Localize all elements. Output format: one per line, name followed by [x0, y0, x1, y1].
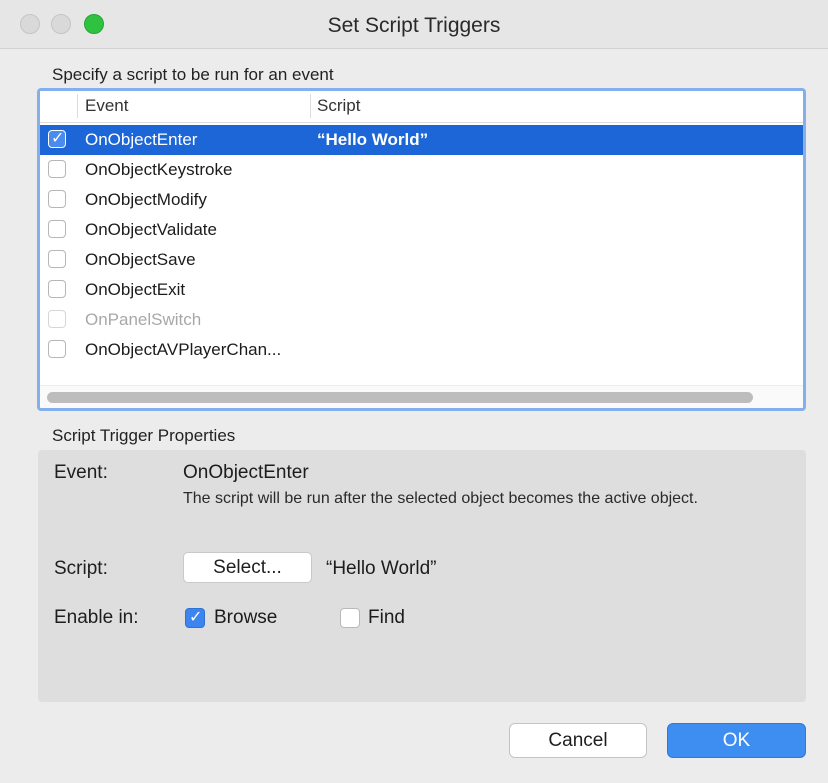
event-row-checkbox[interactable]: [48, 280, 66, 298]
event-row-name: OnObjectEnter: [85, 130, 198, 149]
event-row-checkbox[interactable]: [48, 220, 66, 238]
event-row[interactable]: OnObjectExit: [40, 275, 803, 305]
find-label[interactable]: Find: [368, 607, 405, 629]
event-row-name: OnObjectKeystroke: [85, 160, 233, 179]
find-checkbox[interactable]: [340, 608, 360, 628]
header-divider: [310, 94, 311, 118]
event-row-name: OnObjectExit: [85, 280, 186, 299]
event-row[interactable]: OnObjectValidate: [40, 215, 803, 245]
list-header: Event Script: [40, 91, 803, 123]
event-row-checkbox[interactable]: [48, 160, 66, 178]
event-row-name: OnObjectValidate: [85, 220, 217, 239]
checkmark-icon: ✓: [189, 609, 203, 626]
events-list[interactable]: Event Script ✓ OnObjectEnter “Hello World”…: [37, 88, 806, 411]
horizontal-scrollbar[interactable]: [40, 385, 803, 408]
scrollbar-thumb[interactable]: [47, 392, 753, 403]
event-row-name: OnObjectSave: [85, 250, 196, 269]
enable-in-label: Enable in:: [54, 607, 139, 628]
ok-button[interactable]: OK: [667, 723, 806, 758]
event-row-checkbox[interactable]: [48, 250, 66, 268]
properties-panel: Event: OnObjectEnter The script will be …: [38, 450, 806, 702]
event-row-name: OnObjectAVPlayerChan...: [85, 340, 282, 359]
event-description: The script will be run after the selecte…: [183, 490, 698, 507]
event-name: OnObjectEnter: [183, 462, 309, 483]
event-row[interactable]: OnObjectAVPlayerChan...: [40, 335, 803, 365]
event-row-script: “Hello World”: [317, 130, 429, 149]
events-list-heading: Specify a script to be run for an event: [52, 65, 334, 84]
event-row-name: OnObjectModify: [85, 190, 207, 209]
event-row[interactable]: OnObjectModify: [40, 185, 803, 215]
browse-label[interactable]: Browse: [214, 607, 277, 629]
select-script-button[interactable]: Select...: [183, 552, 312, 583]
script-label: Script:: [54, 558, 108, 579]
event-row-checkbox[interactable]: [48, 340, 66, 358]
event-row-checkbox[interactable]: ✓: [48, 130, 66, 148]
event-row-checkbox[interactable]: [48, 190, 66, 208]
header-divider: [77, 94, 78, 118]
checkmark-icon: ✓: [51, 130, 65, 147]
event-row[interactable]: OnPanelSwitch: [40, 305, 803, 335]
event-label: Event:: [54, 462, 108, 483]
event-row-name: OnPanelSwitch: [85, 310, 202, 329]
event-row[interactable]: ✓ OnObjectEnter “Hello World”: [40, 125, 803, 155]
properties-heading: Script Trigger Properties: [52, 426, 236, 445]
script-name: “Hello World”: [326, 558, 437, 579]
event-row-checkbox: [48, 310, 66, 328]
cancel-button[interactable]: Cancel: [509, 723, 647, 758]
column-header-event[interactable]: Event: [85, 96, 128, 116]
event-row[interactable]: OnObjectSave: [40, 245, 803, 275]
event-row[interactable]: OnObjectKeystroke: [40, 155, 803, 185]
browse-checkbox[interactable]: ✓: [185, 608, 205, 628]
column-header-script[interactable]: Script: [317, 96, 360, 116]
title-bar: Set Script Triggers: [0, 0, 828, 49]
window-title: Set Script Triggers: [327, 14, 501, 37]
